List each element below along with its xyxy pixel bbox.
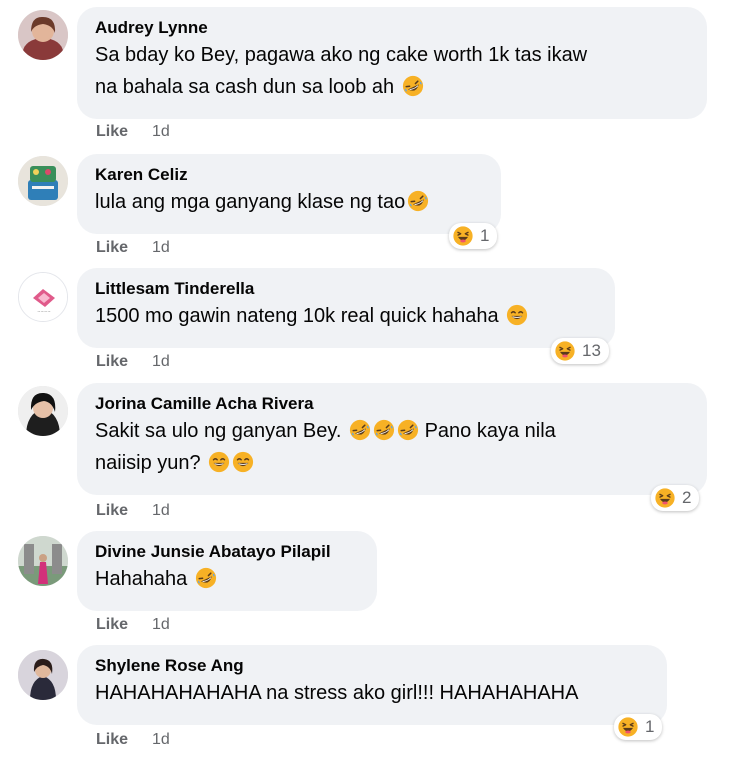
like-button[interactable]: Like [96,239,128,256]
comment-bubble: Shylene Rose Ang HAHAHAHAHAHA na stress … [77,645,667,725]
comment-timestamp[interactable]: 1d [152,123,170,140]
rolling-on-floor-laughing-icon [407,190,429,212]
haha-reaction-icon [554,340,576,362]
comment-text-line: lula ang mga ganyang klase ng tao [95,186,483,218]
reaction-count: 2 [682,488,692,507]
avatar[interactable] [18,536,68,586]
avatar[interactable] [18,10,68,60]
rolling-on-floor-laughing-icon [195,567,217,589]
rolling-on-floor-laughing-icon [349,419,371,441]
comment-bubble: Karen Celiz lula ang mga ganyang klase n… [77,154,501,234]
reaction-summary[interactable]: 1 [449,223,498,249]
comment-author[interactable]: Karen Celiz [95,164,483,186]
comment-actions: Like 1d [96,238,170,258]
comment-actions: Like 1d [96,615,170,635]
comment-timestamp[interactable]: 1d [152,353,170,370]
comment-actions: Like 1d [96,352,170,372]
svg-text:~~~~: ~~~~ [37,309,50,314]
comment-timestamp[interactable]: 1d [152,616,170,633]
like-button[interactable]: Like [96,502,128,519]
comment-actions: Like 1d [96,501,170,521]
reaction-count: 1 [645,717,655,736]
grinning-squinting-icon [232,451,254,473]
haha-reaction-icon [654,487,676,509]
rolling-on-floor-laughing-icon [402,75,424,97]
grinning-squinting-icon [208,451,230,473]
reaction-summary[interactable]: 13 [551,338,609,364]
comment-bubble: Littlesam Tinderella 1500 mo gawin naten… [77,268,615,348]
comment-bubble: Audrey Lynne Sa bday ko Bey, pagawa ako … [77,7,707,119]
comment-text-line1: Sakit sa ulo ng ganyan Bey. Pano kaya ni… [95,415,689,447]
comment-bubble: Divine Junsie Abatayo Pilapil Hahahaha [77,531,377,611]
like-button[interactable]: Like [96,616,128,633]
reaction-count: 1 [480,226,490,245]
avatar[interactable] [18,650,68,700]
like-button[interactable]: Like [96,353,128,370]
comment-text-line2: na bahala sa cash dun sa loob ah [95,71,689,103]
haha-reaction-icon [452,225,474,247]
comment-bubble: Jorina Camille Acha Rivera Sakit sa ulo … [77,383,707,495]
reaction-count: 13 [582,341,601,360]
avatar[interactable] [18,386,68,436]
comment-timestamp[interactable]: 1d [152,731,170,748]
comment-author[interactable]: Shylene Rose Ang [95,655,649,677]
reaction-summary[interactable]: 1 [614,714,663,740]
like-button[interactable]: Like [96,123,128,140]
comment-text: HAHAHAHAHAHA na stress ako girl!!! HAHAH… [95,682,579,704]
rolling-on-floor-laughing-icon [373,419,395,441]
comment-text-line: Hahahaha [95,563,359,595]
comment-actions: Like 1d [96,730,170,750]
rolling-on-floor-laughing-icon [397,419,419,441]
reaction-summary[interactable]: 2 [651,485,700,511]
comment-text: Sa bday ko Bey, pagawa ako ng cake worth… [95,44,588,66]
avatar[interactable]: ~~~~ [18,272,68,322]
comment-author[interactable]: Littlesam Tinderella [95,278,597,300]
avatar[interactable] [18,156,68,206]
like-button[interactable]: Like [96,731,128,748]
comment-text-line: 1500 mo gawin nateng 10k real quick haha… [95,300,597,332]
comment-text-line2: naiisip yun? [95,447,689,479]
grinning-squinting-icon [506,304,528,326]
comment-timestamp[interactable]: 1d [152,502,170,519]
comment-timestamp[interactable]: 1d [152,239,170,256]
comment-actions: Like 1d [96,122,170,142]
comment-author[interactable]: Jorina Camille Acha Rivera [95,393,689,415]
haha-reaction-icon [617,716,639,738]
comment-author[interactable]: Audrey Lynne [95,17,689,39]
comment-author[interactable]: Divine Junsie Abatayo Pilapil [95,541,359,563]
